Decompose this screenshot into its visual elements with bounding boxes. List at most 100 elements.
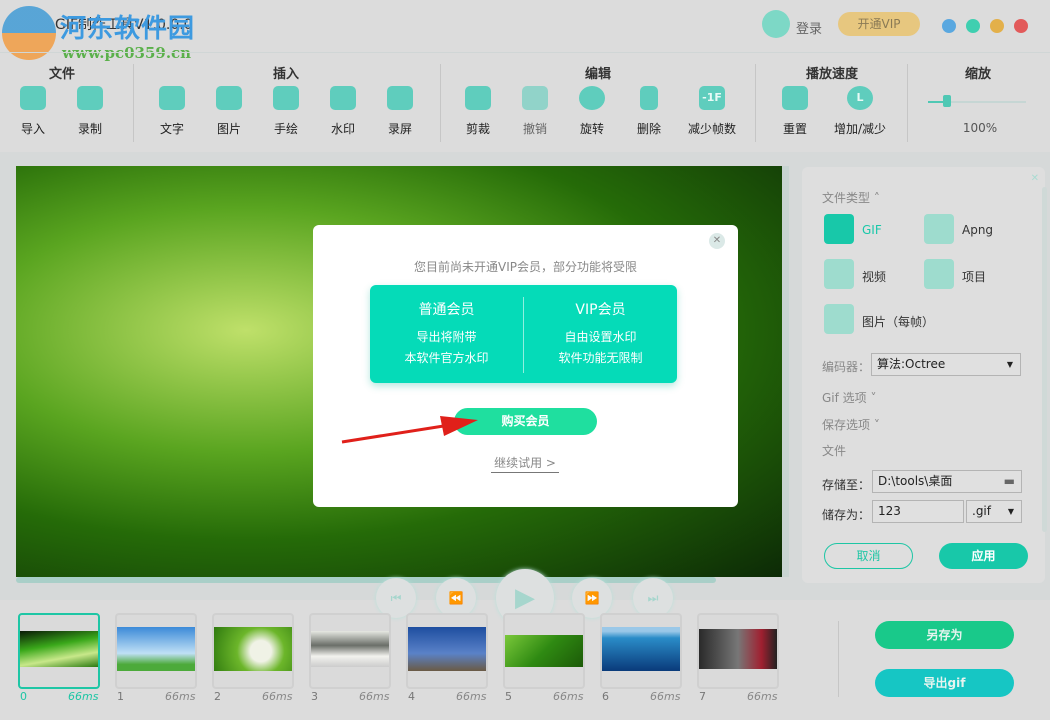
minimize-icon[interactable] bbox=[966, 19, 980, 33]
normal-line: 导出将附带 bbox=[416, 330, 477, 344]
image-button[interactable]: 图片 bbox=[201, 86, 257, 137]
change-speed-button[interactable]: L 增加/减少 bbox=[826, 86, 894, 137]
reset-icon bbox=[782, 86, 808, 110]
file-section-label: 文件 bbox=[822, 444, 847, 458]
encoder-value: 算法:Octree bbox=[877, 357, 946, 371]
encoder-select[interactable]: 算法:Octree ▼ bbox=[871, 353, 1021, 376]
avatar-icon[interactable] bbox=[762, 10, 790, 38]
reduce-frames-button[interactable]: -1F 减少帧数 bbox=[684, 86, 740, 137]
project-type-icon[interactable] bbox=[924, 259, 954, 289]
save-to-input[interactable]: D:\tools\桌面 ▬ bbox=[872, 470, 1022, 493]
save-as-button[interactable]: 另存为 bbox=[875, 621, 1014, 649]
skip-end-icon: ⏭ bbox=[647, 591, 659, 605]
filename-input[interactable]: 123 bbox=[872, 500, 964, 523]
frame-thumbnail[interactable] bbox=[115, 613, 197, 689]
import-button[interactable]: 导入 bbox=[5, 86, 61, 137]
continue-trial-link[interactable]: 继续试用 > bbox=[491, 454, 559, 473]
frame-index: 6 bbox=[602, 690, 609, 703]
video-type-icon[interactable] bbox=[824, 259, 854, 289]
zoom-slider-fill bbox=[928, 101, 943, 103]
rotate-button[interactable]: 旋转 bbox=[564, 86, 620, 137]
dropdown-menu-icon[interactable] bbox=[942, 19, 956, 33]
frame-thumbnail[interactable] bbox=[309, 613, 391, 689]
divider bbox=[907, 64, 908, 142]
tool-label: 撤销 bbox=[522, 122, 547, 136]
reset-speed-button[interactable]: 重置 bbox=[767, 86, 823, 137]
next-frame-button[interactable]: ⏩ bbox=[572, 578, 612, 618]
gif-options-label: Gif 选项 bbox=[822, 391, 867, 405]
apply-button[interactable]: 应用 bbox=[939, 543, 1028, 569]
folder-open-icon[interactable]: ▬ bbox=[1004, 471, 1015, 492]
draw-button[interactable]: 手绘 bbox=[258, 86, 314, 137]
image-icon bbox=[216, 86, 242, 110]
frame-thumbnail[interactable] bbox=[18, 613, 100, 689]
panel-scrollbar[interactable] bbox=[1042, 187, 1047, 532]
vertical-scrollbar[interactable] bbox=[782, 166, 789, 577]
speed-icon: L bbox=[847, 86, 873, 110]
text-button[interactable]: 文字 bbox=[144, 86, 200, 137]
tool-label: 水印 bbox=[330, 122, 355, 136]
maximize-icon[interactable] bbox=[990, 19, 1004, 33]
zoom-slider-handle[interactable] bbox=[943, 95, 951, 107]
watermark-button[interactable]: 水印 bbox=[315, 86, 371, 137]
zoom-value: 100% bbox=[962, 121, 998, 135]
fast-forward-icon: ⏩ bbox=[584, 591, 600, 605]
rotate-icon bbox=[579, 86, 605, 110]
frame-index: 7 bbox=[699, 690, 706, 703]
apng-type-icon[interactable] bbox=[924, 214, 954, 244]
tool-label: 录制 bbox=[77, 122, 102, 136]
frame-image bbox=[311, 631, 389, 667]
frame-index: 3 bbox=[311, 690, 318, 703]
type-video[interactable]: 视频 bbox=[862, 268, 886, 285]
divider bbox=[755, 64, 756, 142]
frame-image bbox=[602, 627, 680, 671]
screen-record-button[interactable]: 录屏 bbox=[372, 86, 428, 137]
delete-button[interactable]: 删除 bbox=[621, 86, 677, 137]
previous-frame-button[interactable]: ⏪ bbox=[436, 578, 476, 618]
frame-image bbox=[699, 629, 777, 669]
group-edit: 编辑 bbox=[584, 67, 611, 82]
login-link[interactable]: 登录 bbox=[796, 18, 822, 37]
frame-thumbnail[interactable] bbox=[406, 613, 488, 689]
save-to-value: D:\tools\桌面 bbox=[878, 474, 953, 488]
type-apng[interactable]: Apng bbox=[962, 223, 993, 237]
red-arrow-annotation bbox=[341, 416, 478, 444]
horizontal-scrollbar[interactable] bbox=[16, 577, 716, 583]
last-frame-button[interactable]: ⏭ bbox=[633, 578, 673, 618]
cancel-button[interactable]: 取消 bbox=[824, 543, 913, 569]
frame-thumbnail[interactable] bbox=[503, 613, 585, 689]
pen-icon bbox=[273, 86, 299, 110]
frame-duration: 66ms bbox=[359, 690, 390, 703]
gif-options-toggle[interactable]: Gif 选项 ˅ bbox=[822, 389, 877, 406]
frame-thumbnail[interactable] bbox=[600, 613, 682, 689]
close-icon[interactable] bbox=[1014, 19, 1028, 33]
first-frame-button[interactable]: ⏮ bbox=[376, 578, 416, 618]
crop-icon bbox=[465, 86, 491, 110]
gif-type-icon[interactable] bbox=[824, 214, 854, 244]
save-as-label: 储存为： bbox=[822, 508, 871, 522]
type-gif[interactable]: GIF bbox=[862, 223, 882, 237]
save-options-toggle[interactable]: 保存选项 ˅ bbox=[822, 416, 880, 433]
frame-index: 1 bbox=[117, 690, 124, 703]
panel-close-icon[interactable]: ✕ bbox=[1031, 173, 1039, 184]
vip-line: 软件功能无限制 bbox=[558, 351, 643, 365]
frame-thumbnail[interactable] bbox=[697, 613, 779, 689]
watermark-url: www.pc0359.cn bbox=[62, 44, 192, 62]
open-vip-button[interactable]: 开通VIP bbox=[838, 12, 920, 36]
frame-duration: 66ms bbox=[456, 690, 487, 703]
record-button[interactable]: 录制 bbox=[62, 86, 118, 137]
frame-thumbnail[interactable] bbox=[212, 613, 294, 689]
export-gif-button[interactable]: 导出gif bbox=[875, 669, 1014, 697]
type-images[interactable]: 图片（每帧） bbox=[862, 313, 934, 330]
crop-button[interactable]: 剪裁 bbox=[450, 86, 506, 137]
undo-icon bbox=[522, 86, 548, 110]
save-options-label: 保存选项 bbox=[822, 418, 871, 432]
file-type-header[interactable]: 文件类型 ˄ bbox=[822, 189, 880, 206]
extension-select[interactable]: .gif ▼ bbox=[966, 500, 1022, 523]
tool-label: 重置 bbox=[782, 122, 807, 136]
watermark-name: 河东软件园 bbox=[60, 14, 196, 44]
undo-button[interactable]: 撤销 bbox=[507, 86, 563, 137]
images-type-icon[interactable] bbox=[824, 304, 854, 334]
type-project[interactable]: 项目 bbox=[962, 268, 986, 285]
dialog-close-icon[interactable]: ✕ bbox=[709, 233, 725, 249]
